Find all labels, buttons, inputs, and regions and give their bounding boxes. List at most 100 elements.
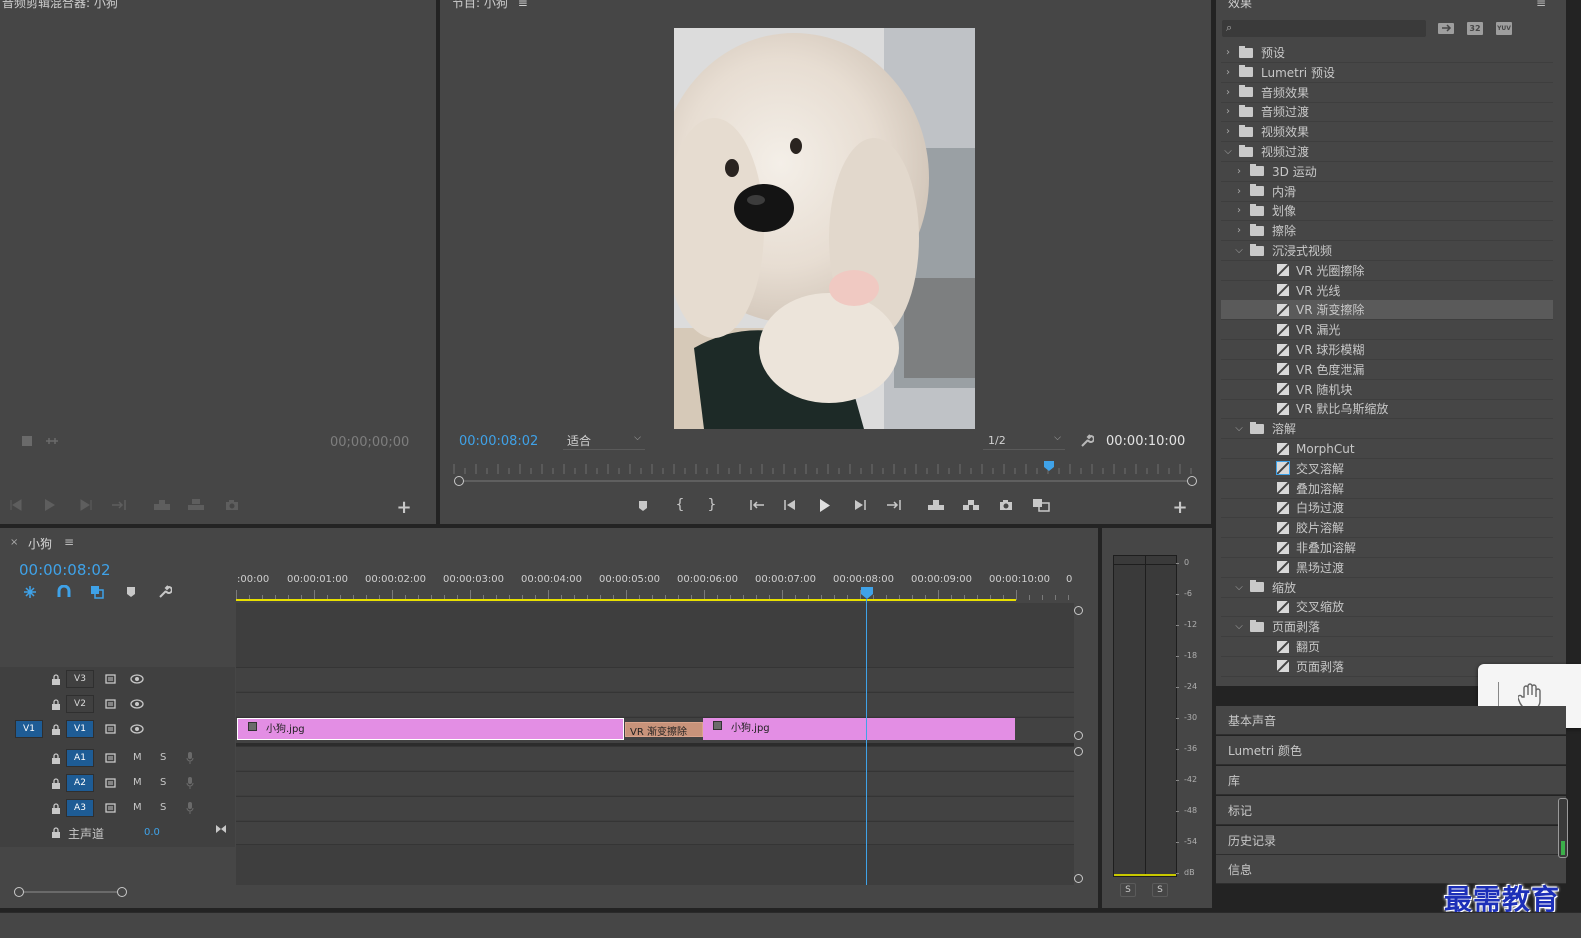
timeline-timecode[interactable]: 00:00:08:02 bbox=[19, 561, 111, 579]
effects-item[interactable]: 叠加溶解 bbox=[1221, 479, 1553, 499]
effects-item[interactable]: VR 光线 bbox=[1221, 281, 1553, 301]
effects-folder[interactable]: ⌵ 视频过渡 bbox=[1221, 142, 1553, 162]
microphone-icon[interactable] bbox=[184, 776, 196, 790]
effects-item[interactable]: 交叉缩放 bbox=[1221, 597, 1553, 618]
effects-item[interactable]: VR 光圈擦除 bbox=[1221, 261, 1553, 281]
effects-item[interactable]: 胶片溶解 bbox=[1221, 518, 1553, 539]
linked-selection-icon[interactable] bbox=[89, 584, 105, 600]
effects-search-input[interactable] bbox=[1240, 21, 1420, 35]
panel-menu-icon[interactable]: ≡ bbox=[1536, 0, 1546, 10]
go-to-out-icon[interactable] bbox=[885, 498, 903, 512]
effects-item[interactable]: 白场过渡 bbox=[1221, 498, 1553, 519]
mute-button[interactable]: M bbox=[133, 802, 142, 813]
panel-history[interactable]: 历史记录 bbox=[1216, 826, 1566, 855]
effects-folder[interactable]: › 划像 bbox=[1221, 201, 1553, 222]
source-patch-v1[interactable]: V1 bbox=[15, 720, 43, 738]
transition-vr-gradient-wipe[interactable]: VR 渐变擦除 bbox=[625, 722, 703, 738]
program-time-ruler[interactable] bbox=[452, 462, 1194, 474]
effects-folder[interactable]: ⌵ 页面剥落 bbox=[1221, 617, 1553, 638]
mark-in-icon[interactable]: { bbox=[674, 497, 686, 513]
sync-lock-icon[interactable] bbox=[104, 698, 118, 710]
effects-folder[interactable]: › 音频过渡 bbox=[1221, 102, 1553, 123]
panel-lumetri-color[interactable]: Lumetri 颜色 bbox=[1216, 736, 1566, 765]
lock-icon[interactable] bbox=[50, 673, 62, 685]
step-forward-icon[interactable] bbox=[78, 498, 94, 512]
track-target-a2[interactable]: A2 bbox=[66, 774, 94, 792]
microphone-icon[interactable] bbox=[184, 751, 196, 765]
chevron-right-icon[interactable]: › bbox=[1223, 47, 1233, 58]
video-clip-1[interactable]: 小狗.jpg bbox=[237, 718, 624, 740]
resolution-dropdown[interactable]: 1/2 ⌵ bbox=[983, 432, 1065, 450]
vertical-zoom-handle[interactable] bbox=[1074, 747, 1083, 756]
sync-lock-icon[interactable] bbox=[104, 802, 118, 814]
overwrite-icon[interactable] bbox=[186, 498, 206, 512]
effects-item[interactable]: 黑场过渡 bbox=[1221, 558, 1553, 578]
zoom-handle-left[interactable] bbox=[454, 476, 464, 486]
go-to-end-icon[interactable] bbox=[214, 823, 228, 835]
insert-icon[interactable] bbox=[152, 498, 172, 512]
lock-icon[interactable] bbox=[50, 826, 62, 838]
accelerated-effects-icon[interactable] bbox=[1437, 20, 1455, 36]
export-frame-icon[interactable] bbox=[998, 498, 1014, 512]
effects-folder[interactable]: › 3D 运动 bbox=[1221, 162, 1553, 182]
vertical-zoom-handle[interactable] bbox=[1074, 731, 1083, 740]
program-current-timecode[interactable]: 00:00:08:02 bbox=[459, 434, 538, 449]
vertical-zoom-handle[interactable] bbox=[1074, 874, 1083, 883]
lock-icon[interactable] bbox=[50, 698, 62, 710]
effects-folder[interactable]: › Lumetri 预设 bbox=[1221, 63, 1553, 83]
go-to-in-icon[interactable] bbox=[748, 498, 766, 512]
effects-folder[interactable]: › 擦除 bbox=[1221, 221, 1553, 242]
step-forward-icon[interactable] bbox=[852, 498, 868, 512]
effects-folder[interactable]: ⌵ 溶解 bbox=[1221, 419, 1553, 440]
extract-icon[interactable] bbox=[961, 498, 981, 512]
right-scrollbar[interactable] bbox=[1558, 798, 1568, 858]
add-marker-icon[interactable] bbox=[124, 585, 138, 599]
effects-search-box[interactable]: ⌕ bbox=[1222, 20, 1426, 37]
lock-icon[interactable] bbox=[50, 752, 62, 764]
go-to-out-icon[interactable] bbox=[110, 498, 128, 512]
chevron-right-icon[interactable]: › bbox=[1223, 126, 1233, 137]
timeline-tab-label[interactable]: 小狗 bbox=[28, 535, 52, 552]
snap-magnet-icon[interactable] bbox=[56, 584, 72, 600]
play-icon[interactable] bbox=[42, 498, 58, 512]
eye-icon[interactable] bbox=[130, 673, 144, 685]
chevron-right-icon[interactable]: › bbox=[1234, 205, 1244, 216]
yuv-effects-icon[interactable]: YUV bbox=[1495, 20, 1513, 36]
horizontal-zoom-handle[interactable] bbox=[14, 887, 24, 897]
panel-libraries[interactable]: 库 bbox=[1216, 766, 1566, 795]
comparison-view-icon[interactable] bbox=[1031, 497, 1051, 513]
effects-item[interactable]: VR 渐变擦除 bbox=[1221, 300, 1553, 321]
chevron-right-icon[interactable]: › bbox=[1223, 106, 1233, 117]
microphone-icon[interactable] bbox=[184, 801, 196, 815]
chevron-down-icon[interactable]: ⌵ bbox=[1223, 146, 1233, 157]
panel-menu-icon[interactable]: ≡ bbox=[64, 535, 74, 549]
panel-essential-sound[interactable]: 基本声音 bbox=[1216, 706, 1566, 735]
export-frame-icon[interactable] bbox=[224, 498, 240, 512]
effects-folder[interactable]: ⌵ 沉浸式视频 bbox=[1221, 241, 1553, 261]
sync-lock-icon[interactable] bbox=[104, 673, 118, 685]
wrench-icon[interactable] bbox=[157, 584, 173, 600]
chevron-right-icon[interactable]: › bbox=[1234, 225, 1244, 236]
nest-icon[interactable] bbox=[22, 584, 38, 600]
wrench-icon[interactable] bbox=[1079, 433, 1095, 449]
mark-out-icon[interactable]: } bbox=[706, 497, 718, 513]
solo-left-button[interactable]: S bbox=[1120, 883, 1136, 897]
effects-item[interactable]: 非叠加溶解 bbox=[1221, 538, 1553, 558]
chevron-right-icon[interactable]: › bbox=[1234, 186, 1244, 197]
effects-item[interactable]: 交叉溶解 bbox=[1221, 459, 1553, 479]
program-zoom-scrollbar[interactable] bbox=[458, 480, 1192, 482]
program-playhead[interactable] bbox=[1043, 461, 1054, 471]
mute-button[interactable]: M bbox=[133, 752, 142, 763]
chevron-right-icon[interactable]: › bbox=[1234, 166, 1244, 177]
lock-icon[interactable] bbox=[50, 723, 62, 735]
panel-markers[interactable]: 标记 bbox=[1216, 796, 1566, 825]
trim-icon[interactable] bbox=[44, 434, 60, 448]
effects-folder[interactable]: › 视频效果 bbox=[1221, 122, 1553, 143]
sync-lock-icon[interactable] bbox=[104, 752, 118, 764]
master-volume-value[interactable]: 0.0 bbox=[144, 827, 160, 838]
add-button-icon[interactable]: + bbox=[396, 497, 412, 518]
close-tab-icon[interactable]: × bbox=[10, 537, 18, 548]
32bit-effects-icon[interactable]: 32 bbox=[1466, 20, 1484, 36]
effects-folder[interactable]: › 预设 bbox=[1221, 43, 1553, 63]
chevron-down-icon[interactable]: ⌵ bbox=[1234, 423, 1244, 434]
